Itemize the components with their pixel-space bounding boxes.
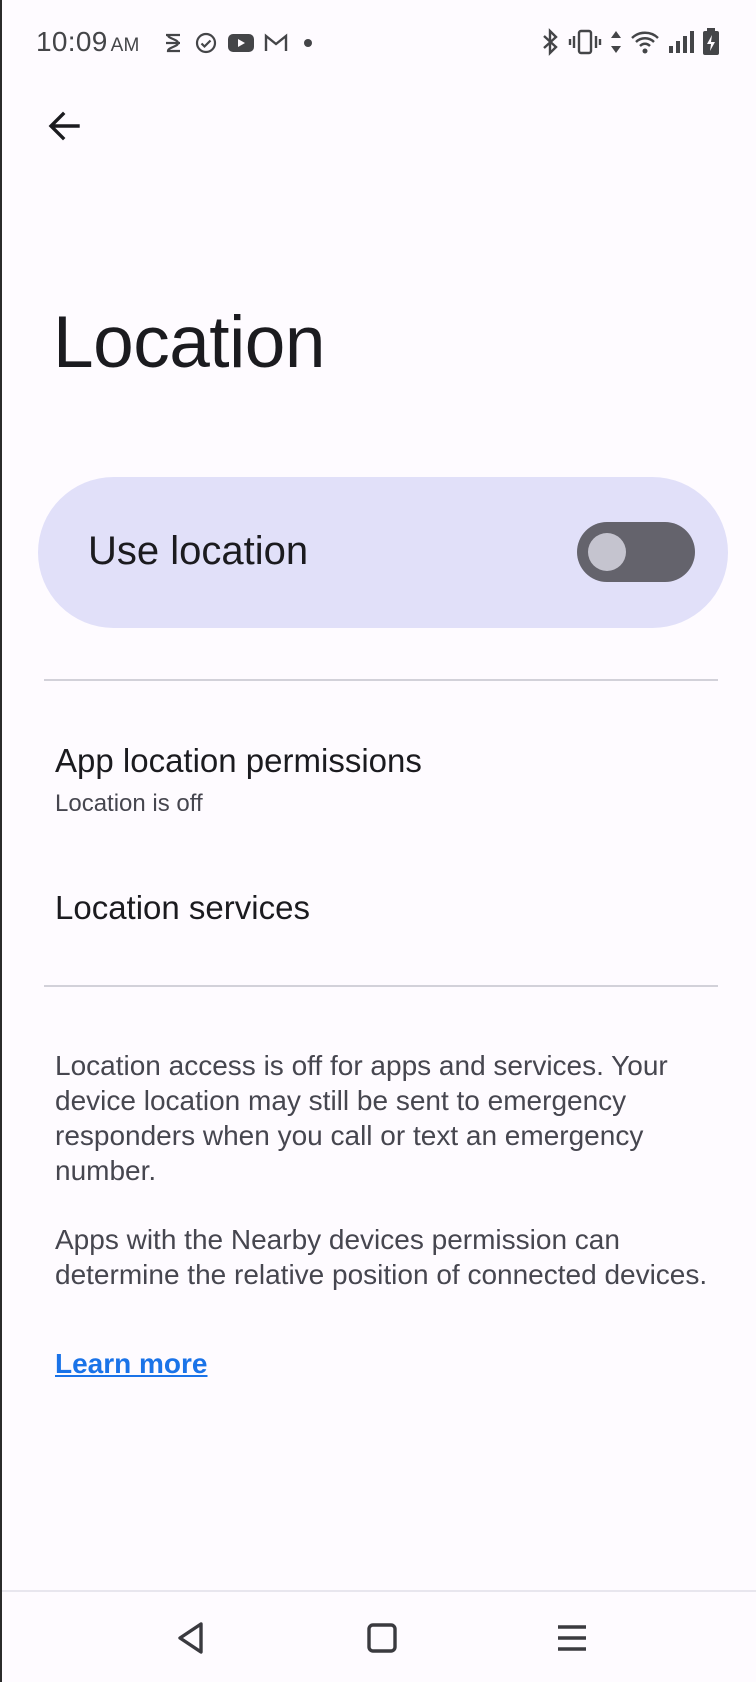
cell-signal-icon (668, 30, 694, 54)
wifi-icon (630, 29, 660, 55)
triangle-back-icon (178, 1622, 203, 1654)
use-location-label: Use location (88, 529, 309, 573)
arrow-back-icon (48, 111, 80, 141)
check-circle-icon (194, 31, 218, 55)
navigation-bar (2, 1590, 756, 1682)
nav-recents-button[interactable] (544, 1612, 600, 1664)
system-icons (540, 26, 720, 58)
footer-paragraph-2: Apps with the Nearby devices permission … (55, 1224, 708, 1290)
page-title: Location (53, 302, 326, 383)
preference-summary: Location is off (55, 790, 203, 817)
vibrate-icon (568, 29, 602, 55)
settings-screen: 10:09 AM Location Use location App locat… (0, 0, 756, 1682)
preference-title: App location permissions (55, 742, 422, 779)
use-location-switch-bar[interactable]: Use location (38, 477, 728, 628)
toggle-thumb (588, 533, 626, 571)
back-button[interactable] (38, 100, 90, 152)
youtube-icon (228, 33, 254, 53)
nav-home-button[interactable] (354, 1612, 410, 1664)
dot-icon (298, 33, 318, 53)
nav-back-button[interactable] (163, 1612, 219, 1664)
gmail-icon (264, 33, 288, 53)
menu-lines-icon (558, 1625, 586, 1651)
learn-more-link[interactable]: Learn more (55, 1348, 208, 1380)
footer-paragraph-1: Location access is off for apps and serv… (55, 1050, 668, 1186)
square-home-icon (367, 1623, 397, 1653)
use-location-toggle[interactable] (577, 522, 695, 582)
status-time: 10:09 AM (36, 26, 140, 58)
sync-alert-icon (162, 31, 184, 55)
divider (44, 985, 718, 987)
divider (44, 679, 718, 681)
notification-icons (162, 28, 318, 58)
status-bar: 10:09 AM (2, 0, 756, 86)
status-time-ampm: AM (110, 35, 140, 56)
bluetooth-icon (540, 28, 560, 56)
preference-title: Location services (55, 889, 310, 926)
status-time-value: 10:09 (36, 26, 108, 57)
battery-charging-icon (702, 28, 720, 56)
data-arrows-icon (610, 29, 622, 55)
